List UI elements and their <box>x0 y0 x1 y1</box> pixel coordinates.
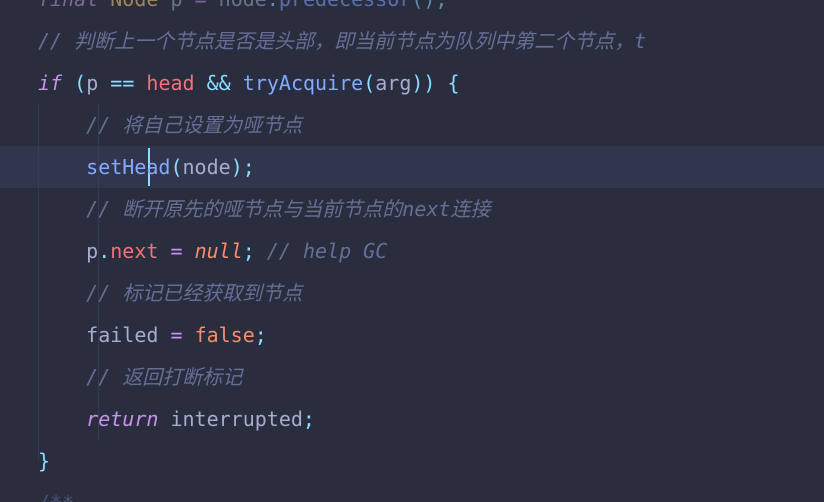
code-line[interactable]: failed = false; <box>38 314 824 356</box>
ident-p: p <box>86 239 98 263</box>
code-line[interactable]: setHead(node); <box>38 146 824 188</box>
keyword-if: if <box>38 71 62 95</box>
code-line[interactable]: // 返回打断标记 <box>38 356 824 398</box>
call-tryacquire: tryAcquire <box>243 71 363 95</box>
op-assign: = <box>170 239 182 263</box>
op-assign: = <box>170 323 182 347</box>
comment: // 断开原先的哑节点与当前节点的next连接 <box>86 197 490 221</box>
comment: // 返回打断标记 <box>86 365 242 389</box>
paren-open: ( <box>170 155 182 179</box>
keyword-final: final <box>38 0 98 11</box>
op-andand: && <box>207 71 231 95</box>
comment: // 标记已经获取到节点 <box>86 281 302 305</box>
literal-false: false <box>195 323 255 347</box>
ident-failed: failed <box>86 323 158 347</box>
code-line[interactable]: if (p == head && tryAcquire(arg)) { <box>38 62 824 104</box>
code-line[interactable]: p.next = null; // help GC <box>38 230 824 272</box>
type-node: Node <box>110 0 158 11</box>
code-line[interactable]: final Node p = node.predecessor(); <box>38 0 824 20</box>
paren-open: ( <box>363 71 375 95</box>
arg: arg <box>375 71 411 95</box>
call-head: Head <box>122 155 170 179</box>
paren-open: ( <box>74 71 86 95</box>
semicolon: ; <box>243 239 255 263</box>
var-p: p <box>170 0 182 11</box>
comment: // 将自己设置为哑节点 <box>86 113 302 137</box>
field-head: head <box>146 71 194 95</box>
doc-comment-start: /** <box>38 491 74 502</box>
ident-p: p <box>86 71 98 95</box>
code-line[interactable]: } <box>38 440 824 482</box>
code-editor[interactable]: final Node p = node.predecessor();// 判断上… <box>0 0 824 502</box>
ident-interrupted: interrupted <box>170 407 302 431</box>
code-line[interactable]: // 标记已经获取到节点 <box>38 272 824 314</box>
brace-close: } <box>38 449 50 473</box>
punc: (); <box>411 0 447 11</box>
paren-close: )) <box>411 71 435 95</box>
call-predecessor: predecessor <box>279 0 411 11</box>
arg-node: node <box>183 155 231 179</box>
call-set: set <box>86 155 122 179</box>
op-eqeq: == <box>110 71 134 95</box>
code-line[interactable]: // 判断上一个节点是否是头部，即当前节点为队列中第二个节点，t <box>38 20 824 62</box>
dot: . <box>267 0 279 11</box>
field-next: next <box>110 239 158 263</box>
code-line[interactable]: return interrupted; <box>38 398 824 440</box>
brace-open: { <box>448 71 460 95</box>
code-block[interactable]: final Node p = node.predecessor();// 判断上… <box>38 0 824 502</box>
op-assign: = <box>195 0 207 11</box>
literal-null: null <box>195 239 243 263</box>
semicolon: ; <box>303 407 315 431</box>
code-line[interactable]: // 将自己设置为哑节点 <box>38 104 824 146</box>
semicolon: ; <box>255 323 267 347</box>
dot: . <box>98 239 110 263</box>
code-line[interactable]: // 断开原先的哑节点与当前节点的next连接 <box>38 188 824 230</box>
keyword-return: return <box>86 407 158 431</box>
comment: // 判断上一个节点是否是头部，即当前节点为队列中第二个节点，t <box>38 29 646 53</box>
close-semi: ); <box>231 155 255 179</box>
code-line[interactable]: /** <box>38 482 824 502</box>
ident-node: node <box>219 0 267 11</box>
comment: // help GC <box>267 239 387 263</box>
